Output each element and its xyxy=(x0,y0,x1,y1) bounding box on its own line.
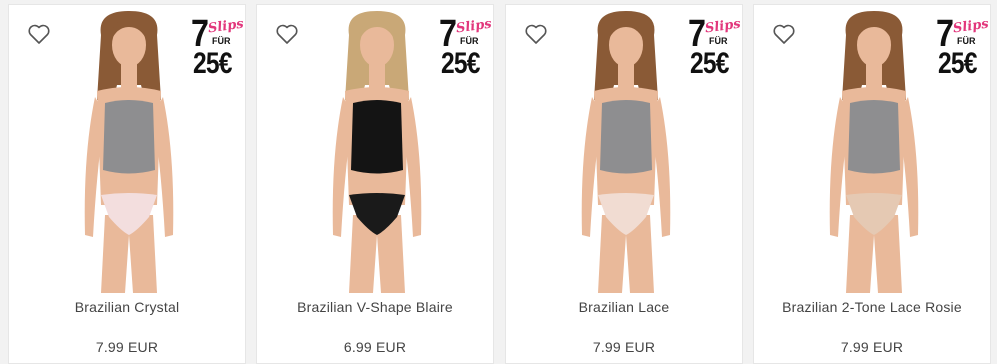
promo-word: Slips xyxy=(952,16,990,37)
product-price: 6.99 EUR xyxy=(343,339,407,355)
product-price: 7.99 EUR xyxy=(840,339,904,355)
heart-icon[interactable] xyxy=(772,23,796,45)
product-image[interactable]: 7 Slips FÜR 25€ xyxy=(506,5,742,293)
promo-word: Slips xyxy=(704,16,742,37)
product-price: 7.99 EUR xyxy=(95,339,159,355)
promo-fuer: FÜR xyxy=(709,36,728,46)
product-grid: 7 Slips FÜR 25€ Brazilian Crystal 7.99 E… xyxy=(0,0,997,364)
model-photo xyxy=(829,11,919,293)
product-image[interactable]: 7 Slips FÜR 25€ xyxy=(754,5,990,293)
product-price: 7.99 EUR xyxy=(592,339,656,355)
product-name[interactable]: Brazilian V-Shape Blaire xyxy=(257,299,493,315)
promo-fuer: FÜR xyxy=(460,36,479,46)
product-card[interactable]: 7 Slips FÜR 25€ Brazilian V-Shape Blaire… xyxy=(256,4,494,364)
promo-fuer: FÜR xyxy=(212,36,231,46)
promo-word: Slips xyxy=(455,16,493,37)
top-garment xyxy=(103,100,155,174)
heart-icon[interactable] xyxy=(275,23,299,45)
product-name[interactable]: Brazilian Crystal xyxy=(9,299,245,315)
product-card[interactable]: 7 Slips FÜR 25€ Brazilian 2-Tone Lace Ro… xyxy=(753,4,991,364)
promo-fuer: FÜR xyxy=(957,36,976,46)
product-name[interactable]: Brazilian 2-Tone Lace Rosie xyxy=(754,299,990,315)
product-name[interactable]: Brazilian Lace xyxy=(506,299,742,315)
heart-icon[interactable] xyxy=(524,23,548,45)
product-image[interactable]: 7 Slips FÜR 25€ xyxy=(257,5,493,293)
promo-word: Slips xyxy=(207,16,245,37)
top-garment xyxy=(600,100,652,174)
top-garment xyxy=(848,100,900,174)
product-card[interactable]: 7 Slips FÜR 25€ Brazilian Lace 7.99 EUR xyxy=(505,4,743,364)
model-photo xyxy=(581,11,671,293)
top-garment xyxy=(351,100,403,174)
model-photo xyxy=(332,11,422,293)
product-image[interactable]: 7 Slips FÜR 25€ xyxy=(9,5,245,293)
product-card[interactable]: 7 Slips FÜR 25€ Brazilian Crystal 7.99 E… xyxy=(8,4,246,364)
model-photo xyxy=(84,11,174,293)
heart-icon[interactable] xyxy=(27,23,51,45)
